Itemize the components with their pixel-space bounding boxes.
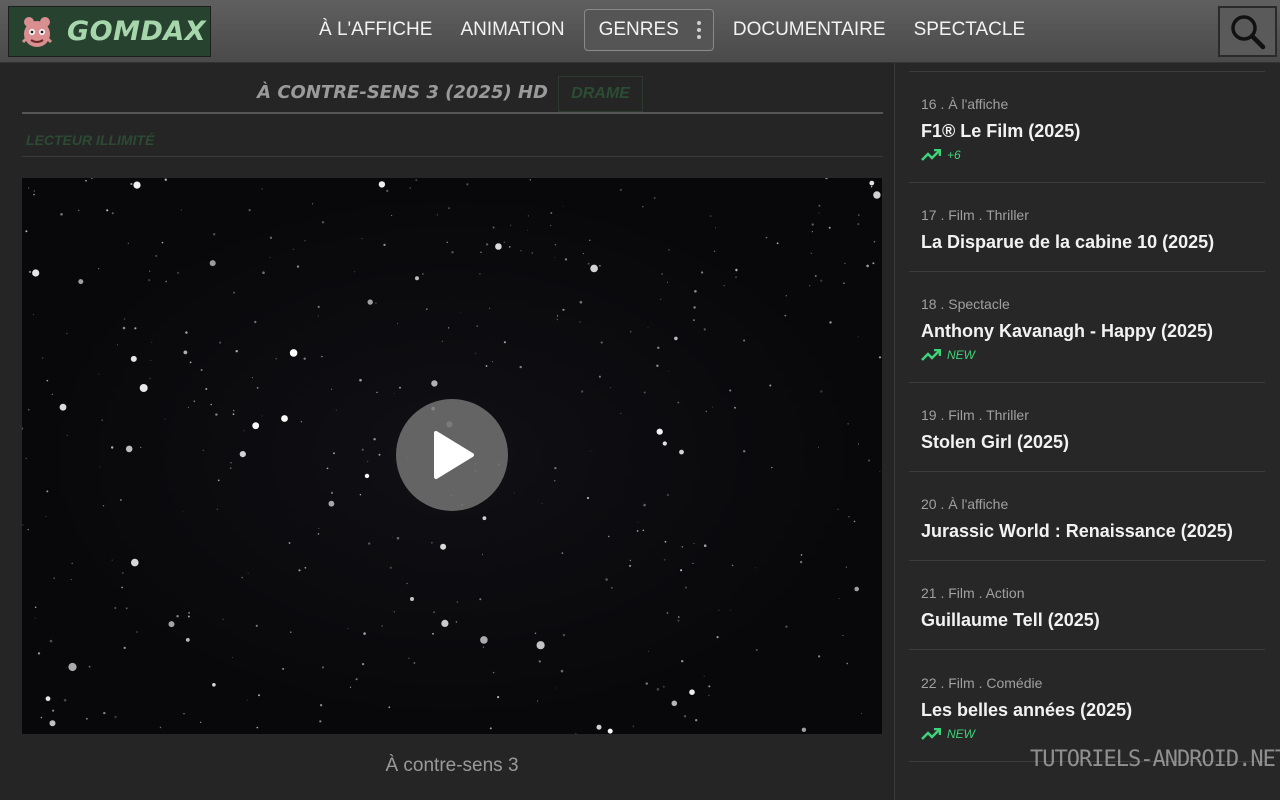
player-tab-label[interactable]: LECTEUR ILLIMITÉ — [26, 132, 154, 148]
item-meta: 18 . Spectacle — [921, 296, 1010, 312]
nav-documentaire[interactable]: DOCUMENTAIRE — [719, 9, 900, 51]
trend-badge-text: NEW — [947, 348, 975, 362]
trending-up-icon — [921, 349, 941, 361]
list-item[interactable]: 17 . Film . Thriller La Disparue de la c… — [909, 207, 1265, 272]
list-item[interactable]: 21 . Film . Action Guillaume Tell (2025) — [909, 585, 1265, 650]
item-meta: 17 . Film . Thriller — [921, 207, 1029, 223]
movie-title: À CONTRE-SENS 3 (2025) HD — [257, 82, 548, 103]
item-title: Anthony Kavanagh - Happy (2025) — [921, 321, 1214, 341]
item-meta: 20 . À l'affiche — [921, 496, 1009, 512]
divider — [909, 71, 1265, 72]
nav-a-l-affiche[interactable]: À L'AFFICHE — [305, 9, 446, 51]
play-button[interactable] — [396, 399, 508, 511]
nav-genres-label: GENRES — [598, 19, 679, 40]
item-title: La Disparue de la cabine 10 (2025) — [921, 232, 1215, 252]
site-logo[interactable]: GOMDAX — [8, 6, 211, 57]
trend-badge-text: +6 — [947, 148, 961, 162]
item-title: Les belles années (2025) — [921, 700, 1133, 720]
list-item[interactable]: 19 . Film . Thriller Stolen Girl (2025) — [909, 407, 1265, 472]
trend-badge: NEW — [921, 348, 1265, 362]
nav-spectacle[interactable]: SPECTACLE — [900, 9, 1040, 51]
sidebar-list: 16 . À l'affiche F1® Le Film (2025) +6 1… — [894, 63, 1280, 800]
item-title: Guillaume Tell (2025) — [921, 610, 1100, 630]
item-title: Jurassic World : Renaissance (2025) — [921, 521, 1233, 541]
main-nav: À L'AFFICHE ANIMATION GENRES DOCUMENTAIR… — [305, 9, 1039, 51]
trending-up-icon — [921, 728, 941, 740]
search-icon — [1230, 14, 1265, 49]
video-caption: À contre-sens 3 — [385, 755, 519, 776]
trend-badge-text: NEW — [947, 727, 975, 741]
trend-badge: +6 — [921, 148, 1265, 162]
item-title: F1® Le Film (2025) — [921, 121, 1081, 141]
play-icon — [434, 431, 474, 479]
divider — [22, 112, 883, 114]
nav-animation[interactable]: ANIMATION — [446, 9, 578, 51]
item-meta: 22 . Film . Comédie — [921, 675, 1043, 691]
item-title: Stolen Girl (2025) — [921, 432, 1070, 452]
list-item[interactable]: 16 . À l'affiche F1® Le Film (2025) +6 — [909, 96, 1265, 183]
logo-text: GOMDAX — [67, 16, 207, 47]
nav-genres-dropdown[interactable]: GENRES — [583, 9, 714, 51]
watermark: TUTORIELS-ANDROID.NET — [1030, 747, 1280, 772]
main-content: À CONTRE-SENS 3 (2025) HD DRAME LECTEUR … — [0, 63, 894, 800]
trending-up-icon — [921, 149, 941, 161]
item-meta: 21 . Film . Action — [921, 585, 1025, 601]
video-player[interactable] — [22, 178, 882, 734]
top-header: GOMDAX À L'AFFICHE ANIMATION GENRES DOCU… — [0, 0, 1280, 63]
more-vertical-icon — [696, 21, 701, 39]
title-row: À CONTRE-SENS 3 (2025) HD DRAME — [0, 69, 894, 112]
list-item[interactable]: 20 . À l'affiche Jurassic World : Renais… — [909, 496, 1265, 561]
trend-badge: NEW — [921, 727, 1265, 741]
mascot-icon — [15, 10, 59, 54]
item-meta: 16 . À l'affiche — [921, 96, 1009, 112]
item-meta: 19 . Film . Thriller — [921, 407, 1029, 423]
divider — [22, 156, 883, 157]
search-button[interactable] — [1218, 6, 1277, 57]
list-item[interactable]: 18 . Spectacle Anthony Kavanagh - Happy … — [909, 296, 1265, 383]
genre-badge[interactable]: DRAME — [558, 76, 643, 112]
